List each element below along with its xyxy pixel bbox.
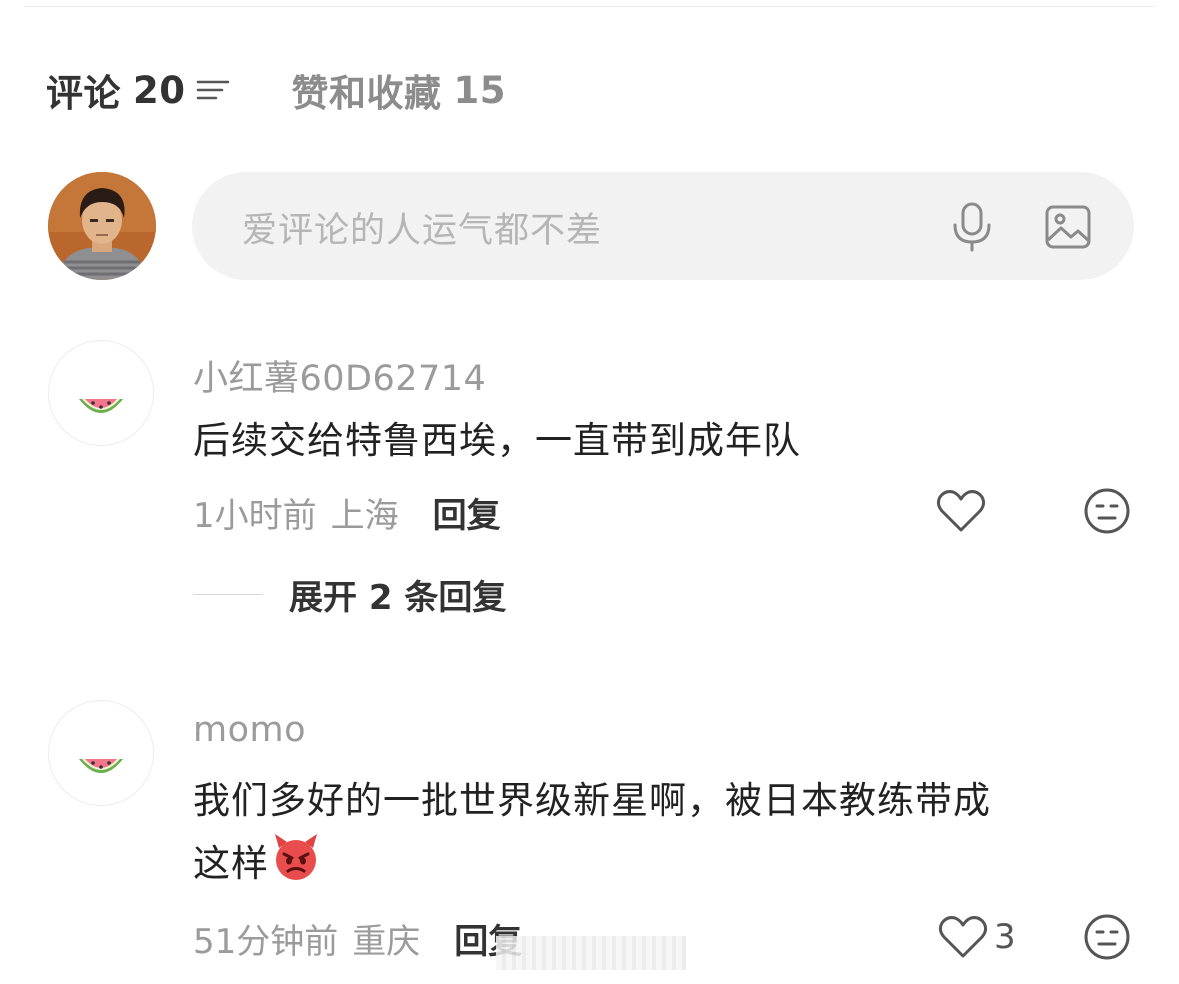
sort-lines-icon[interactable] (196, 73, 230, 107)
commenter-avatar[interactable] (48, 340, 154, 446)
like-button[interactable]: 3 (938, 914, 1016, 960)
tab-likes-count: 15 (453, 68, 506, 112)
comment-text-tail: 这样 (193, 842, 269, 885)
comment-text: 后续交给特鲁西埃，一直带到成年队 (193, 419, 801, 462)
current-user-avatar (48, 172, 156, 280)
comment-text: 我们多好的一批世界级新星啊，被日本教练带成 这样 (193, 770, 1113, 895)
like-button[interactable] (936, 488, 986, 534)
comment-tabs: 评论 20 赞和收藏 15 (46, 62, 506, 118)
heart-icon (938, 916, 988, 958)
comment-input-placeholder: 爱评论的人运气都不差 (242, 211, 603, 251)
watermelon-icon (79, 759, 123, 773)
comment-author[interactable]: momo (193, 710, 306, 750)
watermelon-icon (79, 399, 123, 413)
tab-comments[interactable]: 评论 20 (46, 63, 230, 117)
angry-devil-emoji (275, 834, 317, 880)
commenter-avatar[interactable] (48, 700, 154, 806)
comment-location: 上海 (330, 496, 399, 536)
comment-text-line-2: 这样 (193, 832, 1113, 895)
comment-text-line: 我们多好的一批世界级新星啊，被日本教练带成 (193, 779, 991, 822)
comment-time: 51分钟前 (193, 922, 339, 962)
comment-author[interactable]: 小红薯60D62714 (193, 350, 486, 401)
emoji-face-icon[interactable] (1083, 487, 1131, 535)
expand-divider (193, 593, 263, 596)
comment-meta: 1小时前 上海 回复 (193, 488, 501, 537)
image-icon[interactable] (1044, 204, 1092, 250)
watermark-overlay (496, 936, 686, 970)
expand-replies-label: 展开 2 条回复 (289, 578, 507, 618)
reply-button[interactable]: 回复 (433, 488, 501, 537)
heart-icon (936, 490, 986, 532)
comment-time: 1小时前 (193, 496, 317, 536)
comment-input[interactable]: 爱评论的人运气都不差 (192, 172, 1134, 280)
tab-comments-count: 20 (133, 68, 186, 112)
comment-meta: 51分钟前 重庆 回复 (193, 914, 522, 963)
tab-likes-and-collections[interactable]: 赞和收藏 15 (292, 63, 507, 117)
microphone-icon[interactable] (950, 202, 994, 252)
comment-location: 重庆 (352, 922, 421, 962)
like-count: 3 (994, 917, 1016, 957)
top-divider (24, 6, 1155, 7)
emoji-face-icon[interactable] (1083, 913, 1131, 961)
expand-replies[interactable]: 展开 2 条回复 (193, 570, 506, 619)
tab-comments-label: 评论 (46, 72, 121, 115)
tab-likes-label: 赞和收藏 (291, 72, 442, 115)
